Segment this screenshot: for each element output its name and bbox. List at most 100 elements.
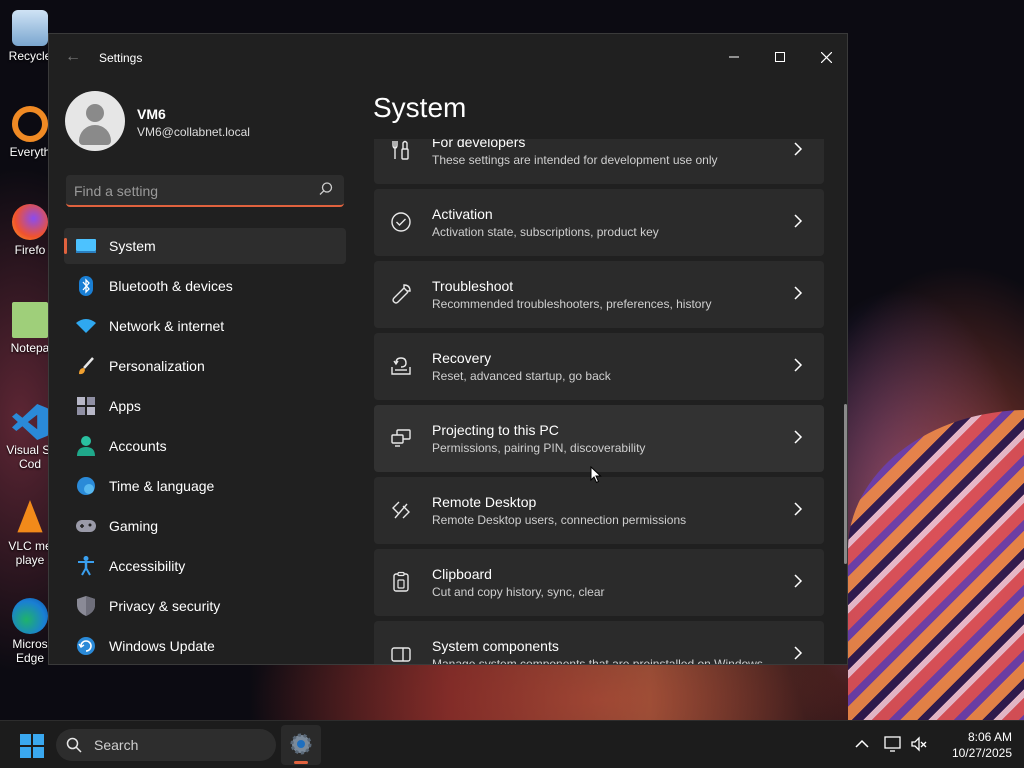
system-icon bbox=[75, 235, 97, 257]
card-subtitle: Reset, advanced startup, go back bbox=[432, 369, 611, 383]
sidebar-item-label: Personalization bbox=[109, 358, 205, 374]
sidebar-item-privacy-security[interactable]: Privacy & security bbox=[64, 588, 346, 624]
card-subtitle: Activation state, subscriptions, product… bbox=[432, 225, 659, 239]
card-subtitle: Cut and copy history, sync, clear bbox=[432, 585, 605, 599]
vlc-cone-icon bbox=[17, 500, 43, 533]
card-clipboard[interactable]: Clipboard Cut and copy history, sync, cl… bbox=[374, 549, 824, 616]
close-icon bbox=[820, 51, 832, 63]
settings-gear-icon bbox=[290, 733, 312, 755]
sidebar-item-label: Gaming bbox=[109, 518, 159, 534]
taskbar-search-box[interactable]: Search bbox=[56, 729, 276, 761]
vscode-icon bbox=[12, 404, 48, 440]
search-input[interactable] bbox=[74, 181, 304, 201]
chevron-right-icon bbox=[794, 502, 803, 516]
sidebar-item-label: Accounts bbox=[109, 438, 167, 454]
sidebar-item-system[interactable]: System bbox=[64, 228, 346, 264]
accounts-icon bbox=[75, 435, 97, 457]
sidebar-item-windows-update[interactable]: Windows Update bbox=[64, 628, 346, 664]
chevron-right-icon bbox=[794, 142, 803, 156]
search-icon bbox=[66, 737, 82, 753]
title-bar[interactable]: ← Settings bbox=[49, 34, 847, 82]
sidebar-nav: System Bluetooth & devices Network & int… bbox=[64, 228, 346, 664]
brush-icon bbox=[75, 355, 97, 377]
globe-icon bbox=[75, 475, 97, 497]
chevron-right-icon bbox=[794, 358, 803, 372]
chevron-right-icon bbox=[794, 286, 803, 300]
notepad-icon bbox=[12, 302, 48, 338]
settings-window: ← Settings VM6 VM6@collabnet.local Syste… bbox=[48, 33, 848, 665]
card-activation[interactable]: Activation Activation state, subscriptio… bbox=[374, 189, 824, 256]
system-components-icon bbox=[391, 647, 411, 662]
desktop-icon-label: Visual St Cod bbox=[6, 443, 54, 471]
check-circle-icon bbox=[391, 212, 411, 232]
card-recovery[interactable]: Recovery Reset, advanced startup, go bac… bbox=[374, 333, 824, 400]
sidebar-item-label: Bluetooth & devices bbox=[109, 278, 233, 294]
volume-muted-icon[interactable] bbox=[910, 735, 928, 753]
clipboard-icon bbox=[393, 571, 409, 592]
desktop-icon-label: Firefo bbox=[14, 243, 46, 257]
maximize-button[interactable] bbox=[757, 42, 803, 72]
content-scrollbar[interactable] bbox=[844, 404, 847, 564]
chevron-right-icon bbox=[794, 646, 803, 660]
recovery-icon bbox=[391, 357, 411, 375]
network-icon[interactable] bbox=[884, 735, 902, 753]
sidebar-item-apps[interactable]: Apps bbox=[64, 388, 346, 424]
sidebar-item-personalization[interactable]: Personalization bbox=[64, 348, 346, 384]
mouse-cursor-icon bbox=[590, 466, 602, 484]
card-remote-desktop[interactable]: Remote Desktop Remote Desktop users, con… bbox=[374, 477, 824, 544]
card-subtitle: Manage system components that are preins… bbox=[432, 657, 763, 665]
developer-tools-icon bbox=[392, 140, 409, 160]
search-box[interactable] bbox=[66, 175, 344, 207]
bluetooth-icon bbox=[75, 275, 97, 297]
avatar[interactable] bbox=[65, 91, 125, 151]
card-projecting-to-this-pc[interactable]: Projecting to this PC Permissions, pairi… bbox=[374, 405, 824, 472]
desktop-icon-label: Notepa bbox=[10, 341, 50, 355]
taskbar-clock[interactable]: 8:06 AM 10/27/2025 bbox=[938, 729, 1012, 761]
desktop-icon-label: Recycle bbox=[8, 49, 52, 63]
windows-start-icon[interactable] bbox=[20, 734, 44, 758]
wallpaper-swirl bbox=[848, 410, 1024, 720]
card-title: Troubleshoot bbox=[432, 278, 514, 294]
clock-date: 10/27/2025 bbox=[951, 746, 1012, 760]
sidebar-item-time-language[interactable]: Time & language bbox=[64, 468, 346, 504]
sidebar-item-label: Privacy & security bbox=[109, 598, 221, 614]
user-email: VM6@collabnet.local bbox=[137, 125, 250, 139]
card-troubleshoot[interactable]: Troubleshoot Recommended troubleshooters… bbox=[374, 261, 824, 328]
sidebar-item-accessibility[interactable]: Accessibility bbox=[64, 548, 346, 584]
wifi-icon bbox=[75, 315, 97, 337]
card-title: Activation bbox=[432, 206, 493, 222]
sidebar-item-network[interactable]: Network & internet bbox=[64, 308, 346, 344]
taskbar-settings-app[interactable] bbox=[281, 725, 321, 765]
window-title: Settings bbox=[99, 51, 143, 65]
chevron-up-icon[interactable] bbox=[853, 735, 871, 753]
everything-search-icon bbox=[12, 106, 48, 142]
sidebar-item-label: Accessibility bbox=[109, 558, 186, 574]
card-title: System components bbox=[432, 638, 559, 654]
minimize-button[interactable] bbox=[711, 42, 757, 72]
wrench-icon bbox=[392, 284, 411, 304]
card-title: Remote Desktop bbox=[432, 494, 537, 510]
remote-desktop-icon bbox=[392, 501, 410, 519]
maximize-icon bbox=[775, 52, 785, 62]
user-name: VM6 bbox=[137, 106, 166, 122]
avatar-head bbox=[86, 104, 104, 122]
minimize-icon bbox=[729, 56, 739, 58]
search-icon[interactable] bbox=[318, 181, 334, 197]
update-icon bbox=[75, 635, 97, 657]
sidebar-item-bluetooth[interactable]: Bluetooth & devices bbox=[64, 268, 346, 304]
sidebar-item-gaming[interactable]: Gaming bbox=[64, 508, 346, 544]
sidebar-item-label: Time & language bbox=[109, 478, 215, 494]
edge-icon bbox=[12, 598, 48, 634]
chevron-right-icon bbox=[794, 214, 803, 228]
desktop-icon-label: Everyth bbox=[9, 145, 51, 159]
taskbar: Search 8:06 AM 10/27/2025 bbox=[0, 720, 1024, 768]
back-arrow-icon[interactable]: ← bbox=[65, 48, 81, 66]
projecting-icon bbox=[391, 429, 411, 447]
firefox-icon bbox=[12, 204, 48, 240]
gamepad-icon bbox=[75, 515, 97, 537]
card-system-components[interactable]: System components Manage system componen… bbox=[374, 621, 824, 665]
card-title: Clipboard bbox=[432, 566, 492, 582]
close-button[interactable] bbox=[803, 42, 847, 72]
sidebar-item-accounts[interactable]: Accounts bbox=[64, 428, 346, 464]
card-for-developers[interactable]: For developers These settings are intend… bbox=[374, 139, 824, 184]
